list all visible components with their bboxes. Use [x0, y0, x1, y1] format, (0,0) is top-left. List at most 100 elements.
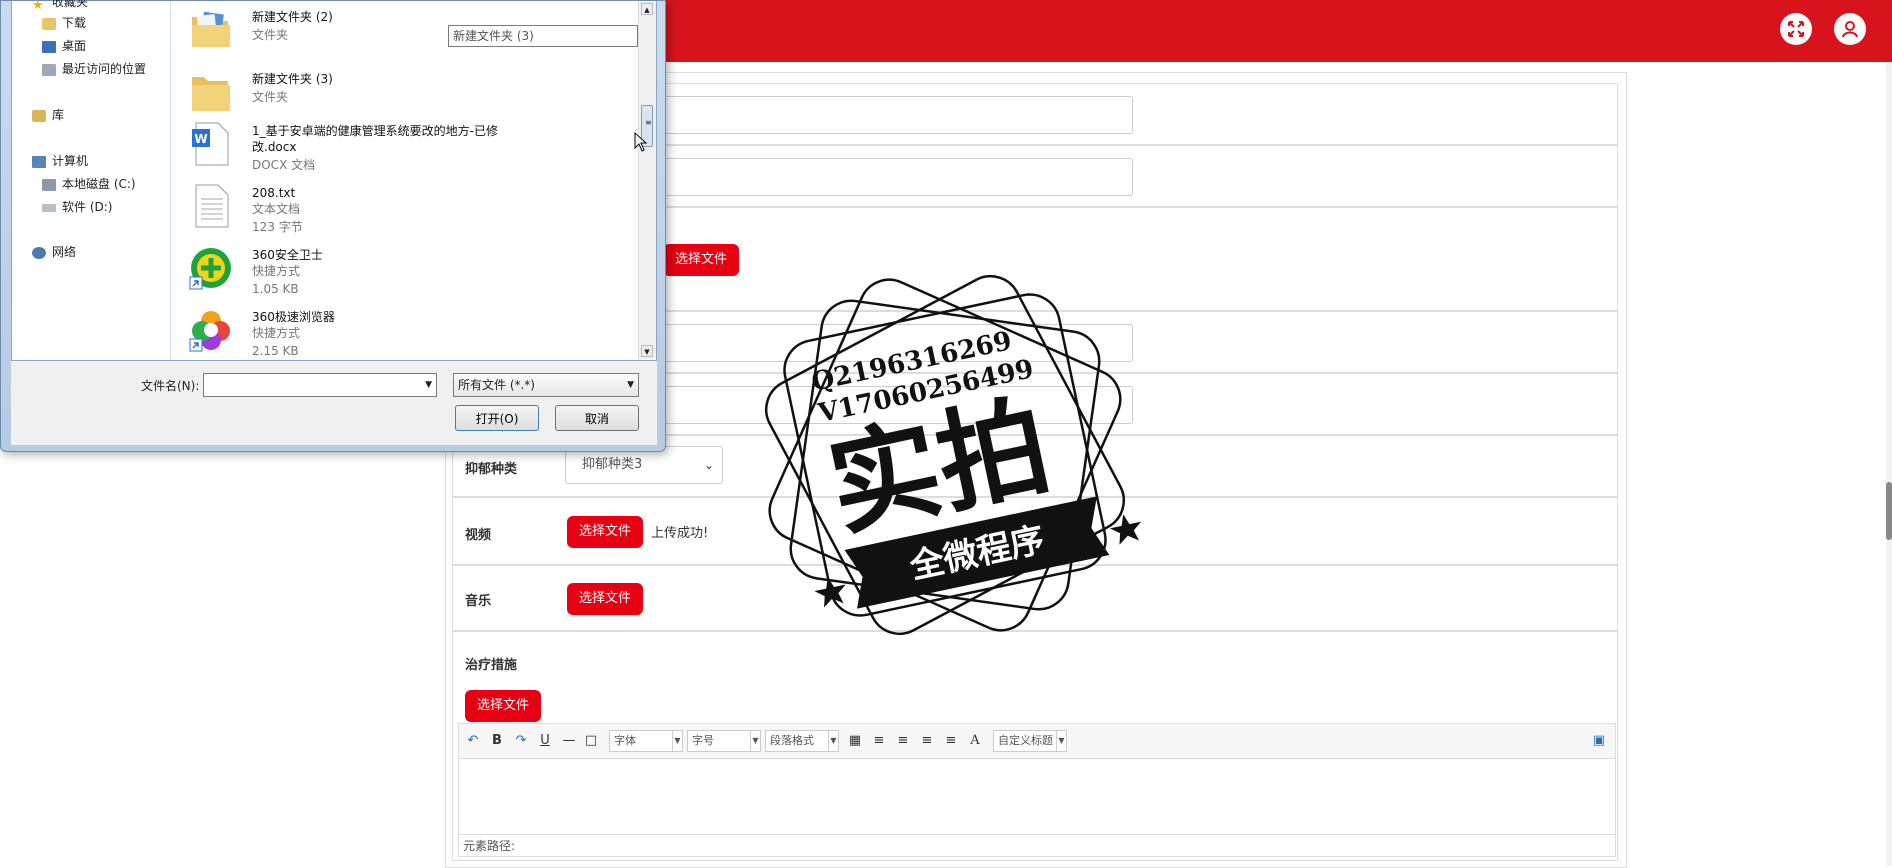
nav-downloads[interactable]: 下载: [42, 14, 86, 32]
downloads-folder-icon: [42, 17, 56, 30]
list-item[interactable]: 新建文件夹 (3) 文件夹: [188, 65, 548, 123]
file-type: 快捷方式: [252, 326, 301, 340]
file-type: 快捷方式: [252, 264, 301, 278]
nav-downloads-label: 下载: [62, 16, 87, 30]
file-type: 文件夹: [252, 28, 289, 42]
list-item[interactable]: 360安全卫士 快捷方式 1.05 KB: [188, 241, 548, 299]
nav-recent-places[interactable]: 最近访问的位置: [42, 60, 146, 78]
star-icon: [1109, 514, 1142, 545]
dropdown-arrow-icon: ▼: [1056, 731, 1066, 751]
nav-favorites[interactable]: ★ 收藏夹: [32, 0, 88, 13]
paste-icon[interactable]: □: [581, 731, 601, 751]
docx-icon: W: [192, 122, 229, 166]
font-size-value: 字号: [692, 734, 714, 747]
paragraph-format-combo[interactable]: 段落格式 ▼: [765, 730, 839, 752]
library-icon: [32, 109, 46, 122]
editor-toolbar: ↶ B ↷ U — □ 字体 ▼ 字号 ▼ 段落格式 ▼ ▦ ≡ ≡ ≡ ≡ A 自定…: [459, 724, 1615, 759]
file-type: 文本文档: [252, 202, 301, 216]
cancel-button[interactable]: 取消: [555, 405, 639, 431]
video-upload-status: 上传成功!: [651, 526, 709, 541]
nav-drive-c[interactable]: 本地磁盘 (C:): [42, 175, 136, 193]
folder-icon: [192, 11, 230, 47]
align-justify-icon[interactable]: ≡: [941, 731, 961, 751]
choose-file-button-music[interactable]: 选择文件: [567, 583, 644, 615]
network-icon: [32, 246, 46, 259]
scroll-up-arrow-icon[interactable]: ▲: [641, 3, 653, 15]
source-view-icon[interactable]: ▣: [1589, 731, 1609, 751]
scroll-down-arrow-icon[interactable]: ▼: [641, 345, 653, 357]
table-icon[interactable]: ▦: [845, 731, 865, 751]
computer-icon: [32, 155, 46, 168]
filename-input[interactable]: ▼: [203, 373, 437, 397]
horizontal-rule-icon[interactable]: —: [559, 731, 579, 751]
file-list-scrollbar[interactable]: ▲ ≡ ▼: [638, 1, 656, 359]
open-button[interactable]: 打开(O): [455, 405, 539, 431]
dropdown-arrow-icon: ▼: [672, 731, 682, 751]
font-family-value: 字体: [614, 734, 636, 747]
list-item[interactable]: 360极速浏览器 快捷方式 2.15 KB: [188, 303, 548, 361]
dropdown-arrow-icon: ▼: [828, 731, 838, 751]
rename-input[interactable]: 新建文件夹 (3): [448, 25, 638, 47]
file-type-value: 所有文件 (*.*): [458, 378, 535, 392]
local-disk-icon: [42, 178, 56, 191]
nav-computer-label: 计算机: [52, 154, 89, 168]
list-item[interactable]: W 1_基于安卓端的健康管理系统要改的地方-已修改.docx DOCX 文档: [188, 117, 548, 181]
watermark-stamp: Q2196316269 V17060256499 实拍 全微程序: [764, 274, 1142, 636]
custom-title-value: 自定义标题: [998, 734, 1053, 747]
nav-libraries[interactable]: 库: [32, 106, 64, 124]
list-item[interactable]: 208.txt 文本文档 123 字节: [188, 179, 548, 237]
nav-desktop-label: 桌面: [62, 39, 87, 53]
disk-drive-icon: [42, 203, 56, 212]
fullscreen-icon[interactable]: [1780, 13, 1812, 45]
page-scrollbar[interactable]: [1886, 62, 1892, 866]
nav-computer[interactable]: 计算机: [32, 152, 88, 170]
recent-places-icon: [42, 63, 56, 76]
depression-type-label: 抑郁种类: [465, 462, 518, 477]
nav-drive-c-label: 本地磁盘 (C:): [62, 177, 136, 191]
choose-file-button-image[interactable]: 选择文件: [663, 244, 740, 276]
file-type: DOCX 文档: [252, 158, 316, 172]
file-name: 360极速浏览器: [252, 310, 335, 324]
redo-icon[interactable]: ↷: [511, 731, 531, 751]
font-size-combo[interactable]: 字号 ▼: [687, 730, 761, 752]
treatment-label: 治疗措施: [465, 658, 518, 673]
choose-file-button-video[interactable]: 选择文件: [567, 516, 644, 548]
file-size: 2.15 KB: [252, 344, 299, 358]
align-left-icon[interactable]: ≡: [869, 731, 889, 751]
desktop-icon: [42, 40, 56, 53]
svg-text:W: W: [194, 132, 207, 146]
nav-drive-d-label: 软件 (D:): [62, 200, 113, 214]
dropdown-arrow-icon: ▼: [627, 380, 634, 390]
chevron-down-icon: ⌄: [703, 458, 714, 472]
user-icon[interactable]: [1834, 13, 1866, 45]
file-type-select[interactable]: 所有文件 (*.*) ▼: [453, 373, 639, 397]
video-label: 视频: [465, 528, 492, 543]
file-type: 文件夹: [252, 90, 289, 104]
file-name: 新建文件夹 (3): [252, 72, 333, 86]
360-browser-icon: [189, 311, 230, 352]
bold-icon[interactable]: B: [487, 731, 507, 751]
filename-label: 文件名(N):: [141, 379, 200, 393]
align-center-icon[interactable]: ≡: [917, 731, 937, 751]
mouse-cursor-icon: [634, 132, 648, 152]
file-name: 360安全卫士: [252, 248, 323, 262]
custom-title-combo[interactable]: 自定义标题 ▼: [993, 730, 1067, 752]
nav-desktop[interactable]: 桌面: [42, 37, 86, 55]
dropdown-arrow-icon: ▼: [750, 731, 760, 751]
music-label: 音乐: [465, 594, 492, 609]
star-icon: ★: [32, 0, 44, 13]
file-size: 1.05 KB: [252, 282, 299, 296]
file-name: 1_基于安卓端的健康管理系统要改的地方-已修改.docx: [252, 124, 498, 154]
file-name: 208.txt: [252, 186, 296, 200]
folder-icon: [192, 77, 230, 111]
choose-file-button-treatment[interactable]: 选择文件: [465, 690, 542, 722]
font-color-icon[interactable]: A: [965, 731, 985, 751]
nav-drive-d[interactable]: 软件 (D:): [42, 198, 112, 216]
element-path-bar: 元素路径:: [459, 834, 1615, 856]
font-family-combo[interactable]: 字体 ▼: [609, 730, 683, 752]
file-open-dialog: ★ 收藏夹 下载 桌面 最近访问的位置 库 计算机 本地磁盘 (C:) 软件 (D…: [0, 0, 666, 452]
underline-icon[interactable]: U: [535, 731, 555, 751]
undo-icon[interactable]: ↶: [463, 731, 483, 751]
nav-network[interactable]: 网络: [32, 243, 76, 261]
align-right-icon[interactable]: ≡: [893, 731, 913, 751]
